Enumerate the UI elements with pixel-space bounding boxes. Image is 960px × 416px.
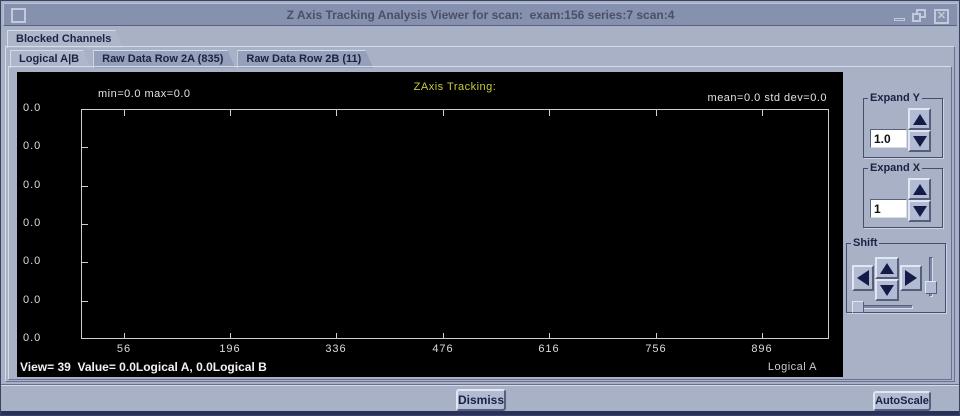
x-axis-tick <box>549 333 550 339</box>
autoscale-button[interactable]: AutoScale <box>873 391 931 411</box>
expand-x-spinner-up[interactable] <box>908 178 931 200</box>
x-axis-label: 56 <box>116 343 132 355</box>
y-axis-label: 0.0 <box>23 179 42 191</box>
x-axis-tick <box>124 333 125 339</box>
y-axis-label: 0.0 <box>23 140 42 152</box>
shift-horizontal-slider-thumb[interactable] <box>852 301 864 313</box>
x-axis-tick <box>443 110 444 116</box>
x-axis-tick <box>336 333 337 339</box>
y-axis-label: 0.0 <box>23 255 42 267</box>
restore-icon <box>912 13 921 22</box>
x-axis-tick <box>762 110 763 116</box>
logical-ab-panel: min=0.0 max=0.0 ZAxis Tracking: mean=0.0… <box>8 66 952 411</box>
down-arrow-icon <box>912 205 927 217</box>
minimize-button[interactable] <box>894 9 905 22</box>
expand-y-spinner-up[interactable] <box>908 108 931 130</box>
expand-x-label: Expand X <box>870 162 921 174</box>
x-axis-tick <box>656 110 657 116</box>
y-axis-tick <box>82 224 88 225</box>
x-axis-label: 476 <box>432 343 454 355</box>
dismiss-button[interactable]: Dismiss <box>456 389 506 411</box>
expand-y-spinner-down[interactable] <box>908 130 931 152</box>
right-arrow-icon <box>905 270 917 286</box>
series-label: Logical A <box>767 361 817 373</box>
maximize-button[interactable] <box>912 9 926 23</box>
plot-status-text: View= 39 Value= 0.0Logical A, 0.0Logical… <box>20 360 267 374</box>
y-axis-label: 0.0 <box>23 332 42 344</box>
shift-vertical-slider-thumb[interactable] <box>925 281 937 294</box>
shift-group: Shift <box>846 237 946 313</box>
x-axis-label: 896 <box>751 343 773 355</box>
x-axis-tick <box>762 333 763 339</box>
up-arrow-icon <box>912 183 927 195</box>
inner-tab-bar: Logical A|B Raw Data Row 2A (835) Raw Data… <box>10 49 375 66</box>
expand-x-spinner-down[interactable] <box>908 200 931 222</box>
up-arrow-icon <box>880 262 894 274</box>
x-axis-tick <box>443 333 444 339</box>
expand-y-field[interactable] <box>870 129 907 148</box>
bottom-separator <box>1 384 959 386</box>
y-axis-label: 0.0 <box>23 294 42 306</box>
x-axis-tick <box>230 333 231 339</box>
y-axis-label: 0.0 <box>23 217 42 229</box>
down-arrow-icon <box>912 135 927 147</box>
shift-down-button[interactable] <box>875 279 899 301</box>
axes-box <box>81 109 829 339</box>
plot-mean-std-text: mean=0.0 std dev=0.0 <box>707 92 827 104</box>
y-axis-tick <box>82 186 88 187</box>
x-axis-tick <box>549 110 550 116</box>
up-arrow-icon <box>912 113 927 125</box>
close-button[interactable]: ✕ <box>934 9 949 24</box>
left-arrow-icon <box>857 270 869 286</box>
x-axis-tick <box>124 110 125 116</box>
minimize-icon <box>894 18 905 21</box>
expand-x-field[interactable] <box>870 199 907 218</box>
window-bottom-edge <box>1 411 959 415</box>
x-axis-tick <box>656 333 657 339</box>
x-axis-label: 756 <box>645 343 667 355</box>
shift-left-button[interactable] <box>852 265 874 291</box>
title-bar[interactable]: Z Axis Tracking Analysis Viewer for scan… <box>3 3 957 26</box>
x-axis-tick <box>336 110 337 116</box>
expand-x-group: Expand X <box>863 162 943 228</box>
x-axis-label: 336 <box>325 343 347 355</box>
y-axis-tick <box>82 301 88 302</box>
x-axis-tick <box>230 110 231 116</box>
blocked-channels-panel: Logical A|B Raw Data Row 2A (835) Raw Data… <box>5 46 955 411</box>
shift-right-button[interactable] <box>900 265 922 291</box>
down-arrow-icon <box>880 284 894 296</box>
window-title: Z Axis Tracking Analysis Viewer for scan… <box>286 8 675 22</box>
shift-label: Shift <box>853 237 878 249</box>
plot-area[interactable]: min=0.0 max=0.0 ZAxis Tracking: mean=0.0… <box>17 72 843 377</box>
outer-tab-bar: Blocked Channels <box>7 29 125 46</box>
app-window: Z Axis Tracking Analysis Viewer for scan… <box>0 0 960 416</box>
y-axis-label: 0.0 <box>23 102 42 114</box>
y-axis-tick <box>82 262 88 263</box>
shift-up-button[interactable] <box>875 257 899 279</box>
y-axis-tick <box>82 147 88 148</box>
x-axis-label: 196 <box>219 343 241 355</box>
expand-y-group: Expand Y <box>863 92 943 158</box>
expand-y-label: Expand Y <box>870 92 920 104</box>
x-axis-label: 616 <box>538 343 560 355</box>
